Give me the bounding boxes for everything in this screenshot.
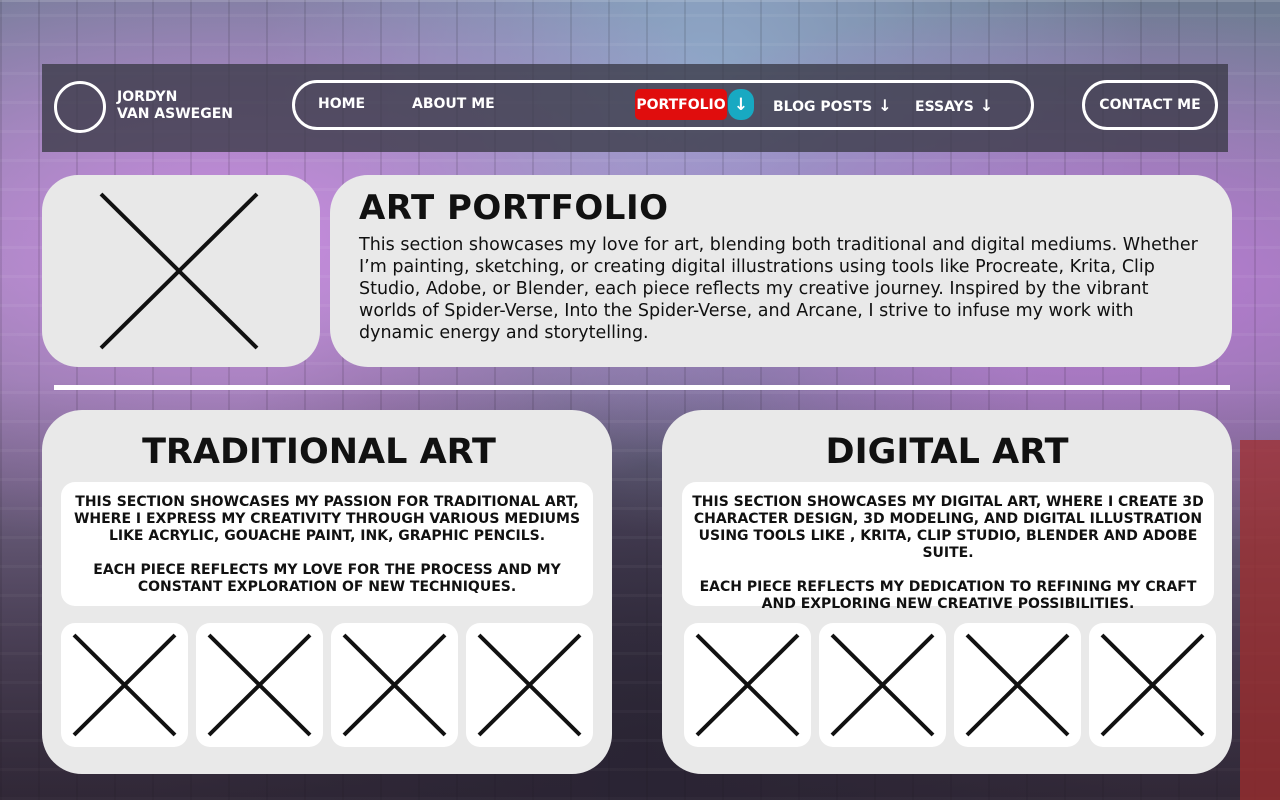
- portfolio-dropdown-icon[interactable]: ↓: [728, 89, 754, 120]
- traditional-art-thumbnail[interactable]: [331, 623, 458, 747]
- hero-image-placeholder: [42, 175, 320, 367]
- x-placeholder-icon: [965, 633, 1070, 737]
- brand-last-name: VAN ASWEGEN: [117, 106, 234, 122]
- traditional-art-thumbnail[interactable]: [466, 623, 593, 747]
- background-red-building: [1240, 440, 1280, 800]
- x-placeholder-icon: [830, 633, 935, 737]
- digital-art-title: DIGITAL ART: [825, 432, 1069, 472]
- digital-art-thumbnail[interactable]: [819, 623, 946, 747]
- traditional-art-thumbnail[interactable]: [61, 623, 188, 747]
- contact-button[interactable]: CONTACT ME: [1082, 80, 1218, 130]
- background-line: [0, 0, 1280, 2]
- section-divider: [54, 385, 1230, 390]
- brand-name[interactable]: JORDYN VAN ASWEGEN: [117, 89, 233, 123]
- x-placeholder-icon: [207, 633, 312, 737]
- x-placeholder-icon: [342, 633, 447, 737]
- x-placeholder-icon: [72, 633, 177, 737]
- hero-description: This section showcases my love for art, …: [359, 235, 1198, 343]
- nav-essays[interactable]: ESSAYS ↓: [915, 96, 993, 115]
- logo-circle[interactable]: [54, 81, 106, 133]
- nav-blog-label: BLOG POSTS: [773, 99, 873, 115]
- x-placeholder-icon: [695, 633, 800, 737]
- blog-dropdown-icon: ↓: [878, 96, 892, 115]
- nav-home[interactable]: HOME: [318, 96, 365, 112]
- nav-portfolio-label: PORTFOLIO: [636, 96, 726, 113]
- traditional-desc-paragraph-2: EACH PIECE REFLECTS MY LOVE FOR THE PROC…: [93, 562, 561, 595]
- digital-art-description: THIS SECTION SHOWCASES MY DIGITAL ART, W…: [682, 482, 1214, 612]
- digital-art-thumbnail[interactable]: [684, 623, 811, 747]
- digital-art-thumbnail[interactable]: [954, 623, 1081, 747]
- x-placeholder-icon: [1100, 633, 1205, 737]
- nav-portfolio[interactable]: PORTFOLIO: [635, 89, 727, 120]
- page-title: ART PORTFOLIO: [359, 188, 669, 228]
- digital-desc-paragraph-2: EACH PIECE REFLECTS MY DEDICATION TO REF…: [699, 579, 1197, 612]
- nav-blog-posts[interactable]: BLOG POSTS ↓: [773, 96, 892, 115]
- essays-dropdown-icon: ↓: [979, 96, 994, 115]
- x-placeholder-icon: [477, 633, 582, 737]
- nav-about[interactable]: ABOUT ME: [412, 96, 495, 112]
- traditional-art-title: TRADITIONAL ART: [142, 432, 496, 472]
- brand-first-name: JORDYN: [117, 89, 178, 105]
- digital-desc-paragraph-1: THIS SECTION SHOWCASES MY DIGITAL ART, W…: [692, 494, 1204, 561]
- nav-essays-label: ESSAYS: [915, 99, 974, 115]
- traditional-desc-paragraph-1: THIS SECTION SHOWCASES MY PASSION FOR TR…: [73, 494, 581, 544]
- traditional-art-thumbnail[interactable]: [196, 623, 323, 747]
- traditional-art-description: THIS SECTION SHOWCASES MY PASSION FOR TR…: [61, 482, 593, 606]
- digital-art-thumbnail[interactable]: [1089, 623, 1216, 747]
- x-placeholder-icon: [99, 192, 259, 350]
